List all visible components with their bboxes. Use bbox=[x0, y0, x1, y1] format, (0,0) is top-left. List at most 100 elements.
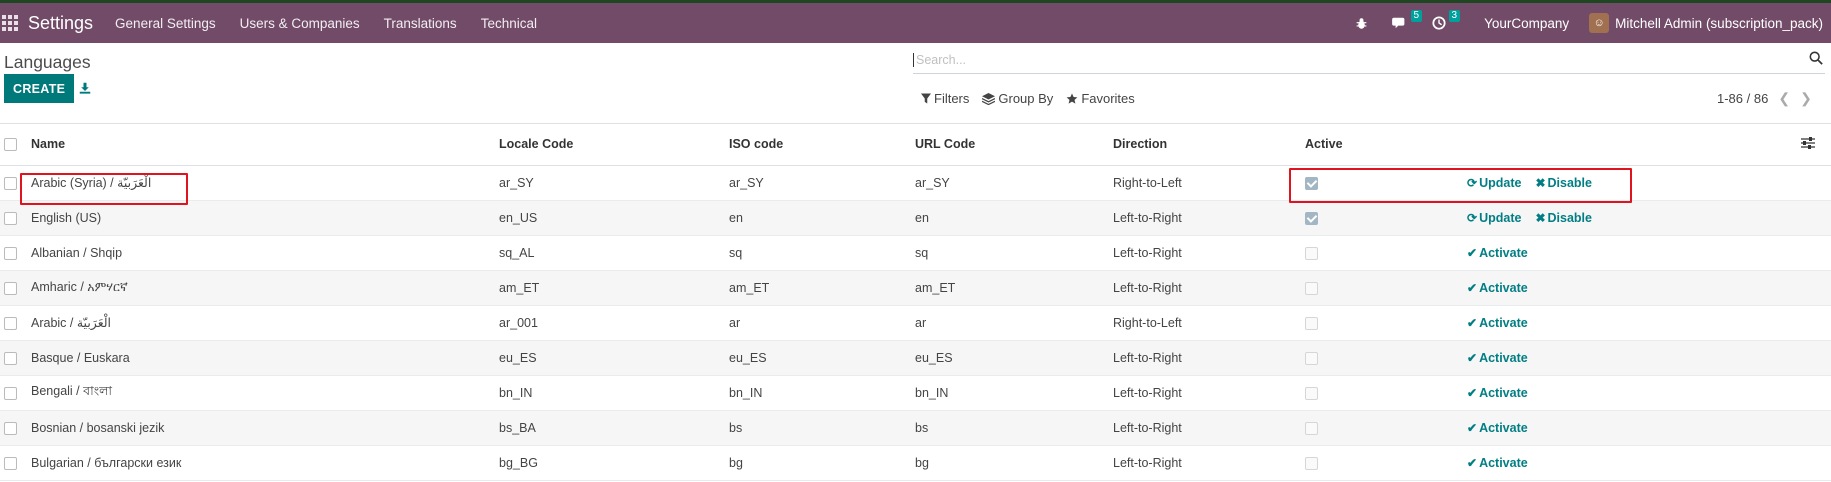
cell-name: Amharic / አምሃርኛ bbox=[31, 270, 499, 306]
activities-clock-icon[interactable]: 3 bbox=[1432, 10, 1461, 30]
cell-url: en bbox=[915, 200, 1113, 236]
row-checkbox[interactable] bbox=[4, 211, 17, 225]
update-button[interactable]: ⟳ Update bbox=[1467, 176, 1521, 190]
apps-menu-icon[interactable] bbox=[2, 15, 18, 31]
groupby-button[interactable]: Group By bbox=[982, 91, 1053, 106]
active-checkbox bbox=[1305, 176, 1318, 190]
chevron-right-icon[interactable]: ❯ bbox=[1800, 90, 1812, 107]
search-input[interactable] bbox=[913, 53, 1809, 67]
row-actions: ⟳ Update ✖ Disable bbox=[1467, 200, 1831, 236]
disable-button[interactable]: ✖ Disable bbox=[1535, 176, 1592, 190]
menu-users-companies[interactable]: Users & Companies bbox=[240, 16, 360, 31]
user-name: Mitchell Admin (subscription_pack) bbox=[1615, 15, 1823, 31]
activate-label: Activate bbox=[1479, 420, 1528, 435]
select-all-checkbox[interactable] bbox=[4, 138, 17, 152]
cell-name: Arabic (Syria) / الْعَرَبيّة bbox=[31, 165, 499, 201]
cell-iso: ar bbox=[729, 305, 915, 341]
search-icon[interactable] bbox=[1809, 51, 1823, 70]
column-header-iso[interactable]: ISO code bbox=[729, 124, 915, 166]
update-label: Update bbox=[1479, 175, 1522, 190]
active-checkbox bbox=[1305, 281, 1318, 295]
update-label: Update bbox=[1479, 210, 1522, 225]
table-row[interactable]: Arabic / الْعَرَبيّة ar_001 ar ar Right-to-L… bbox=[0, 305, 1831, 341]
table-row[interactable]: Albanian / Shqip sq_AL sq sq Left-to-Right ✔ A… bbox=[0, 235, 1831, 271]
check-icon: ✔ bbox=[1467, 385, 1478, 400]
messages-icon[interactable]: 5 bbox=[1392, 10, 1423, 30]
active-checkbox bbox=[1305, 211, 1318, 225]
user-menu[interactable]: ☺ Mitchell Admin (subscription_pack) bbox=[1589, 13, 1823, 33]
row-actions: ✔ Activate bbox=[1467, 445, 1831, 481]
activate-button[interactable]: ✔ Activate bbox=[1467, 351, 1528, 365]
table-row[interactable]: English (US) en_US en en Left-to-Right ⟳ Updat… bbox=[0, 200, 1831, 236]
activate-button[interactable]: ✔ Activate bbox=[1467, 246, 1528, 260]
favorites-label: Favorites bbox=[1081, 91, 1135, 106]
disable-label: Disable bbox=[1547, 175, 1592, 190]
row-checkbox[interactable] bbox=[4, 281, 17, 295]
active-checkbox bbox=[1305, 456, 1318, 470]
row-checkbox[interactable] bbox=[4, 421, 17, 435]
column-header-locale[interactable]: Locale Code bbox=[499, 124, 729, 166]
activate-button[interactable]: ✔ Activate bbox=[1467, 421, 1528, 435]
cell-direction: Left-to-Right bbox=[1113, 340, 1305, 376]
table-row[interactable]: Amharic / አምሃርኛ am_ET am_ET am_ET Left-to-Ri… bbox=[0, 270, 1831, 306]
cell-direction: Left-to-Right bbox=[1113, 410, 1305, 446]
menu-general-settings[interactable]: General Settings bbox=[115, 16, 216, 31]
table-row[interactable]: Bengali / বাংলা bn_IN bn_IN bn_IN Left-to-Ri… bbox=[0, 375, 1831, 411]
cell-iso: bs bbox=[729, 410, 915, 446]
filters-button[interactable]: Filters bbox=[921, 91, 969, 106]
table-row[interactable]: Bulgarian / български език bg_BG bg bg Left-… bbox=[0, 445, 1831, 481]
table-row[interactable]: Arabic (Syria) / الْعَرَبيّة ar_SY ar_SY ar… bbox=[0, 165, 1831, 201]
refresh-icon: ⟳ bbox=[1467, 175, 1478, 190]
app-name[interactable]: Settings bbox=[28, 13, 93, 34]
row-checkbox[interactable] bbox=[4, 176, 17, 190]
cell-direction: Left-to-Right bbox=[1113, 200, 1305, 236]
cell-url: ar_SY bbox=[915, 165, 1113, 201]
check-icon: ✔ bbox=[1467, 280, 1478, 295]
row-checkbox[interactable] bbox=[4, 456, 17, 470]
cell-iso: bg bbox=[729, 445, 915, 481]
row-checkbox[interactable] bbox=[4, 246, 17, 260]
activate-button[interactable]: ✔ Activate bbox=[1467, 386, 1528, 400]
update-button[interactable]: ⟳ Update bbox=[1467, 211, 1521, 225]
row-checkbox[interactable] bbox=[4, 316, 17, 330]
check-icon: ✔ bbox=[1467, 350, 1478, 365]
optional-columns-sliders-icon[interactable] bbox=[1801, 136, 1815, 152]
chevron-left-icon[interactable]: ❮ bbox=[1778, 90, 1790, 107]
active-checkbox bbox=[1305, 246, 1318, 260]
cell-locale: en_US bbox=[499, 200, 729, 236]
activate-label: Activate bbox=[1479, 350, 1528, 365]
row-checkbox[interactable] bbox=[4, 351, 17, 365]
column-header-direction[interactable]: Direction bbox=[1113, 124, 1305, 166]
cell-locale: bg_BG bbox=[499, 445, 729, 481]
cell-direction: Left-to-Right bbox=[1113, 445, 1305, 481]
column-header-active[interactable]: Active bbox=[1305, 124, 1467, 166]
debug-bug-icon[interactable] bbox=[1355, 17, 1368, 30]
row-actions: ✔ Activate bbox=[1467, 340, 1831, 376]
activate-button[interactable]: ✔ Activate bbox=[1467, 456, 1528, 470]
pager-value[interactable]: 1-86 / 86 bbox=[1717, 91, 1768, 106]
menu-translations[interactable]: Translations bbox=[384, 16, 457, 31]
row-checkbox[interactable] bbox=[4, 386, 17, 400]
menu-technical[interactable]: Technical bbox=[481, 16, 537, 31]
cell-url: sq bbox=[915, 235, 1113, 271]
row-actions: ⟳ Update ✖ Disable bbox=[1467, 165, 1831, 201]
company-switcher[interactable]: YourCompany bbox=[1484, 16, 1569, 31]
favorites-button[interactable]: Favorites bbox=[1066, 91, 1135, 106]
table-row[interactable]: Bosnian / bosanski jezik bs_BA bs bs Left-to… bbox=[0, 410, 1831, 446]
column-header-url[interactable]: URL Code bbox=[915, 124, 1113, 166]
disable-label: Disable bbox=[1547, 210, 1592, 225]
create-button[interactable]: CREATE bbox=[4, 74, 75, 103]
activate-button[interactable]: ✔ Activate bbox=[1467, 281, 1528, 295]
groupby-label: Group By bbox=[998, 91, 1054, 106]
avatar: ☺ bbox=[1589, 13, 1610, 33]
column-header-name[interactable]: Name bbox=[31, 124, 499, 166]
check-icon: ✔ bbox=[1467, 245, 1478, 260]
table-row[interactable]: Basque / Euskara eu_ES eu_ES eu_ES Left-to-R… bbox=[0, 340, 1831, 376]
disable-button[interactable]: ✖ Disable bbox=[1535, 211, 1592, 225]
cell-locale: sq_AL bbox=[499, 235, 729, 271]
download-icon[interactable] bbox=[79, 81, 91, 99]
languages-table: Name Locale Code ISO code URL Code Direc… bbox=[0, 124, 1831, 481]
row-actions: ✔ Activate bbox=[1467, 305, 1831, 341]
activate-button[interactable]: ✔ Activate bbox=[1467, 316, 1528, 330]
active-checkbox bbox=[1305, 316, 1318, 330]
